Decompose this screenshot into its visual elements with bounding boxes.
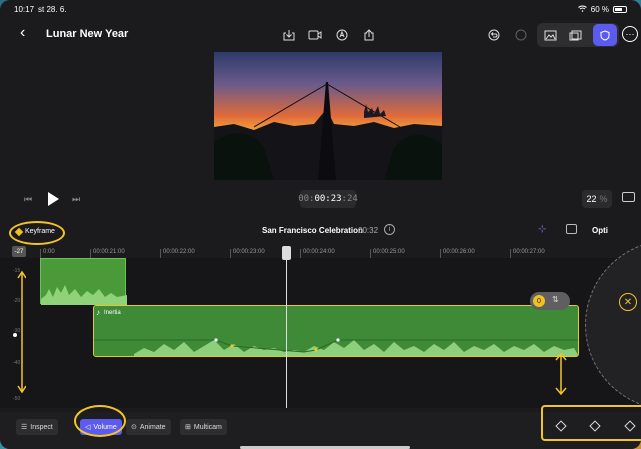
view-segmented-control [537,23,619,47]
shield-icon [596,26,614,44]
zoom-unit: % [599,194,608,204]
ruler-tick: 00:00:27:00 [510,249,545,258]
timeline-header: Keyframe San Francisco Celebration 00:32… [0,218,641,245]
clip-duration: 00:32 [358,226,379,235]
info-icon[interactable]: i [384,224,395,235]
snapping-icon[interactable]: ⊹ [538,224,546,235]
volume-value: 0 [533,295,545,307]
animate-button[interactable]: ⊙ Animate [126,419,171,435]
back-chevron-icon[interactable]: ‹ [20,24,25,42]
timeline-ruler[interactable]: -27 0:00 00:00:21:00 00:00:22:00 00:00:2… [0,246,641,258]
wifi-icon [577,5,587,14]
bridge-silhouette [214,82,442,180]
undo-icon[interactable] [485,26,503,44]
battery-icon [613,5,627,13]
audio-waveform [94,338,578,356]
status-bar: 10:17 st 28. 6. 60 % [0,0,641,18]
timecode-main: 00:23 [314,194,342,204]
ruler-tick: 00:00:21:00 [90,249,125,258]
playhead-line[interactable] [286,248,287,408]
multicam-button[interactable]: ⊞ Multicam [180,419,227,435]
audio-clip[interactable]: ♪ Inertia [93,305,579,357]
ipad-screen: 10:17 st 28. 6. 60 % ‹ Lunar New Year ⋯ … [0,0,641,449]
timecode-display[interactable]: 00: 00:23 :24 [298,190,358,208]
volume-annotation-circle [74,405,126,437]
volume-adjust-icon: ⇅ [552,295,559,304]
meter-db-readout: -27 [12,246,26,257]
zoom-value: 22 [586,194,597,204]
options-button[interactable]: Opti [592,226,608,235]
playhead-handle[interactable] [282,246,291,260]
video-viewer[interactable] [214,52,442,180]
play-button[interactable] [48,192,59,206]
transport-bar: ⏮ ⏭ 00: 00:23 :24 22 % [0,186,641,214]
multicam-label: Multicam [193,423,222,431]
voiceover-icon[interactable] [333,26,351,44]
clip-title: San Francisco Celebration [262,226,363,235]
timecode-hours: 00: [298,194,315,204]
inspect-icon: ☰ [21,424,28,431]
camera-icon[interactable] [306,26,324,44]
video-clip-waveform [41,285,127,305]
status-date: st 28. 6. [38,4,67,14]
ruler-tick: 00:00:24:00 [300,249,335,258]
ruler-tick: 00:00:23:00 [230,249,265,258]
inspect-button[interactable]: ☰ Inspect [16,419,58,435]
keyframe-annotation-circle [9,221,65,245]
nav-bar: ‹ Lunar New Year ⋯ [0,20,641,50]
ruler-tick: 00:00:26:00 [440,249,475,258]
meter-annotation-arrow [13,270,26,394]
ruler-tick: 0:00 [40,249,55,258]
redo-icon[interactable] [512,26,530,44]
status-time: 10:17 [14,4,35,14]
browser-icon[interactable] [566,26,584,44]
close-icon[interactable]: ✕ [619,293,637,311]
status-right: 60 % [577,4,627,14]
skip-forward-icon[interactable]: ⏭ [72,194,80,205]
fit-screen-icon[interactable] [622,192,635,202]
video-clip[interactable] [40,258,127,305]
inspect-label: Inspect [30,423,53,431]
annotation-arrow [555,352,567,396]
timecode-frames: :24 [341,194,358,204]
audio-meter: -15 -20 -30 -40 -50 [12,260,26,408]
ruler-tick: 00:00:22:00 [160,249,195,258]
skip-back-icon[interactable]: ⏮ [24,194,32,205]
clip-view-icon[interactable] [566,224,577,234]
import-icon[interactable] [280,26,298,44]
volume-pill[interactable]: 0 ⇅ [530,292,570,310]
project-title: Lunar New Year [46,28,129,40]
battery-label: 60 % [590,4,609,14]
animate-label: Animate [139,423,166,431]
photo-icon[interactable] [541,26,559,44]
animate-icon: ⊙ [131,424,137,431]
share-icon[interactable] [360,26,378,44]
ruler-tick: 00:00:25:00 [370,249,405,258]
multicam-icon: ⊞ [185,424,191,431]
more-icon[interactable]: ⋯ [622,26,638,42]
zoom-field[interactable]: 22 % [582,190,612,208]
